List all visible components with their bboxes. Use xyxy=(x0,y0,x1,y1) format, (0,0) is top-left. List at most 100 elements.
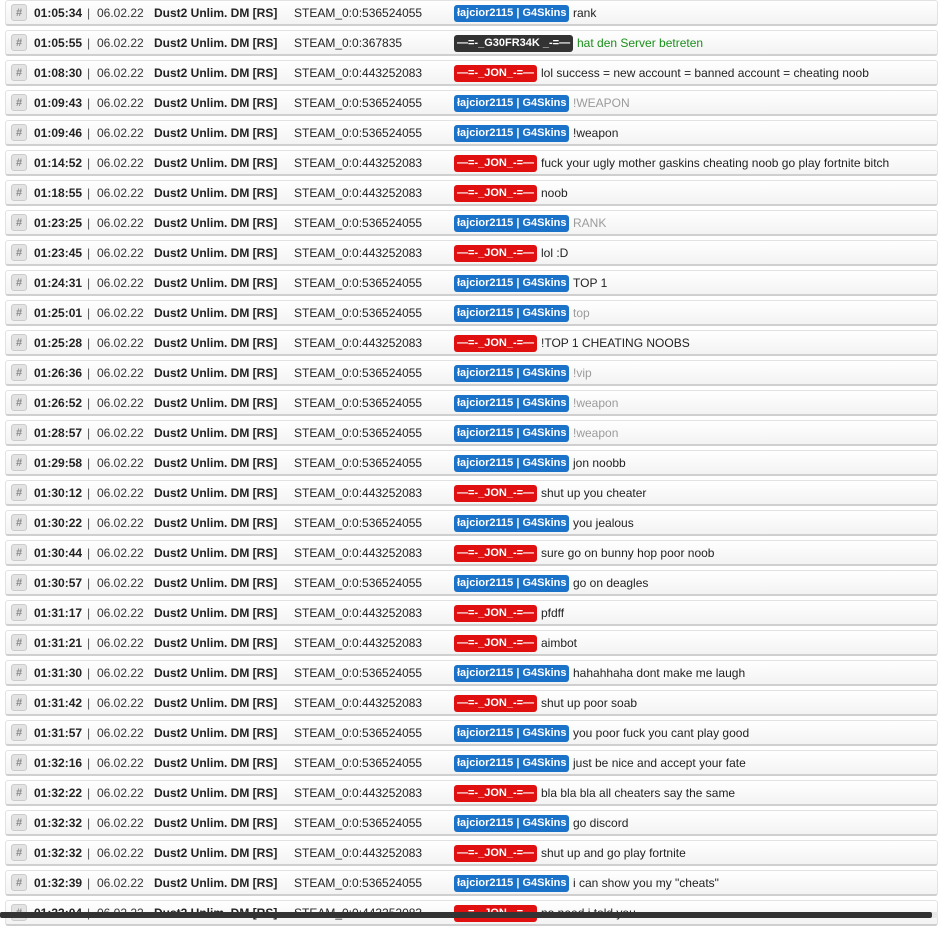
hash-icon[interactable]: # xyxy=(11,754,27,771)
hash-icon[interactable]: # xyxy=(11,214,27,231)
chat-row: # 01:23:25 | 06.02.22 Dust2 Unlim. DM [R… xyxy=(5,210,938,236)
chat-row: # 01:05:55 | 06.02.22 Dust2 Unlim. DM [R… xyxy=(5,30,938,56)
date-separator: | xyxy=(87,126,91,140)
player-name-badge[interactable]: łajcior2115 | G4Skins xyxy=(454,455,570,472)
hash-icon[interactable]: # xyxy=(11,64,27,81)
steam-id: STEAM_0:0:536524055 xyxy=(294,726,423,740)
timestamp-time: 01:18:55 xyxy=(34,186,83,200)
hash-icon[interactable]: # xyxy=(11,724,27,741)
hash-icon[interactable]: # xyxy=(11,244,27,261)
scrollbar-thumb[interactable] xyxy=(0,912,932,918)
player-name-badge[interactable]: łajcior2115 | G4Skins xyxy=(454,395,570,412)
hash-icon[interactable]: # xyxy=(11,784,27,801)
chat-row: # 01:23:45 | 06.02.22 Dust2 Unlim. DM [R… xyxy=(5,240,938,266)
player-name-badge[interactable]: łajcior2115 | G4Skins xyxy=(454,875,570,892)
hash-icon[interactable]: # xyxy=(11,4,27,21)
player-name-badge[interactable]: łajcior2115 | G4Skins xyxy=(454,215,570,232)
player-name-badge[interactable]: łajcior2115 | G4Skins xyxy=(454,95,570,112)
date-separator: | xyxy=(87,246,91,260)
hash-icon[interactable]: # xyxy=(11,454,27,471)
hash-icon[interactable]: # xyxy=(11,94,27,111)
player-name-badge[interactable]: łajcior2115 | G4Skins xyxy=(454,5,570,22)
timestamp-time: 01:30:22 xyxy=(34,516,83,530)
steam-id: STEAM_0:0:443252083 xyxy=(294,66,423,80)
date-separator: | xyxy=(87,756,91,770)
hash-icon[interactable]: # xyxy=(11,814,27,831)
steam-id: STEAM_0:0:536524055 xyxy=(294,756,423,770)
date-separator: | xyxy=(87,546,91,560)
hash-icon[interactable]: # xyxy=(11,334,27,351)
hash-icon[interactable]: # xyxy=(11,664,27,681)
chat-row: # 01:26:36 | 06.02.22 Dust2 Unlim. DM [R… xyxy=(5,360,938,386)
hash-icon[interactable]: # xyxy=(11,274,27,291)
timestamp-date: 06.02.22 xyxy=(97,366,144,380)
player-name-badge[interactable]: —=-_JON_-=— xyxy=(454,695,538,712)
player-name-badge[interactable]: łajcior2115 | G4Skins xyxy=(454,515,570,532)
steam-id: STEAM_0:0:536524055 xyxy=(294,516,423,530)
hash-icon[interactable]: # xyxy=(11,154,27,171)
date-separator: | xyxy=(87,276,91,290)
timestamp-date: 06.02.22 xyxy=(97,816,144,830)
player-name-badge[interactable]: łajcior2115 | G4Skins xyxy=(454,125,570,142)
player-name-badge[interactable]: —=-_JON_-=— xyxy=(454,785,538,802)
chat-message: !weapon xyxy=(573,426,619,440)
hash-icon[interactable]: # xyxy=(11,544,27,561)
steam-id: STEAM_0:0:443252083 xyxy=(294,606,423,620)
player-name-badge[interactable]: —=-_JON_-=— xyxy=(454,545,538,562)
steam-id: STEAM_0:0:536524055 xyxy=(294,126,423,140)
player-name-badge[interactable]: —=-_JON_-=— xyxy=(454,485,538,502)
date-separator: | xyxy=(87,186,91,200)
server-name: Dust2 Unlim. DM [RS] xyxy=(154,726,278,740)
hash-icon[interactable]: # xyxy=(11,844,27,861)
hash-icon[interactable]: # xyxy=(11,364,27,381)
hash-icon[interactable]: # xyxy=(11,304,27,321)
hash-icon[interactable]: # xyxy=(11,634,27,651)
player-name-badge[interactable]: łajcior2115 | G4Skins xyxy=(454,725,570,742)
player-name-badge[interactable]: łajcior2115 | G4Skins xyxy=(454,575,570,592)
player-name-badge[interactable]: —=-_G30FR34K _-=— xyxy=(454,35,574,52)
date-separator: | xyxy=(87,426,91,440)
player-name-badge[interactable]: łajcior2115 | G4Skins xyxy=(454,365,570,382)
chat-row: # 01:05:34 | 06.02.22 Dust2 Unlim. DM [R… xyxy=(5,0,938,26)
player-name-badge[interactable]: łajcior2115 | G4Skins xyxy=(454,755,570,772)
hash-icon[interactable]: # xyxy=(11,514,27,531)
steam-id: STEAM_0:0:536524055 xyxy=(294,876,423,890)
player-name-badge[interactable]: łajcior2115 | G4Skins xyxy=(454,665,570,682)
steam-id: STEAM_0:0:536524055 xyxy=(294,576,423,590)
hash-icon[interactable]: # xyxy=(11,394,27,411)
player-name-badge[interactable]: łajcior2115 | G4Skins xyxy=(454,275,570,292)
hash-icon[interactable]: # xyxy=(11,604,27,621)
player-name-badge[interactable]: —=-_JON_-=— xyxy=(454,605,538,622)
player-name-badge[interactable]: —=-_JON_-=— xyxy=(454,65,538,82)
chat-message: hahahhaha dont make me laugh xyxy=(573,666,746,680)
player-name-badge[interactable]: —=-_JON_-=— xyxy=(454,245,538,262)
hash-icon[interactable]: # xyxy=(11,874,27,891)
hash-icon[interactable]: # xyxy=(11,34,27,51)
horizontal-scrollbar[interactable] xyxy=(0,912,938,918)
timestamp-date: 06.02.22 xyxy=(97,66,144,80)
timestamp-date: 06.02.22 xyxy=(97,546,144,560)
player-name-badge[interactable]: —=-_JON_-=— xyxy=(454,155,538,172)
player-name-badge[interactable]: —=-_JON_-=— xyxy=(454,635,538,652)
hash-icon[interactable]: # xyxy=(11,484,27,501)
hash-icon[interactable]: # xyxy=(11,124,27,141)
chat-message: jon noobb xyxy=(573,456,626,470)
hash-icon[interactable]: # xyxy=(11,574,27,591)
hash-icon[interactable]: # xyxy=(11,424,27,441)
timestamp-date: 06.02.22 xyxy=(97,516,144,530)
timestamp-time: 01:32:39 xyxy=(34,876,83,890)
player-name-badge[interactable]: łajcior2115 | G4Skins xyxy=(454,815,570,832)
hash-icon[interactable]: # xyxy=(11,694,27,711)
server-name: Dust2 Unlim. DM [RS] xyxy=(154,276,278,290)
player-name-badge[interactable]: łajcior2115 | G4Skins xyxy=(454,305,570,322)
server-name: Dust2 Unlim. DM [RS] xyxy=(154,336,278,350)
timestamp-date: 06.02.22 xyxy=(97,756,144,770)
chat-message: !WEAPON xyxy=(573,96,630,110)
steam-id: STEAM_0:0:367835 xyxy=(294,36,403,50)
player-name-badge[interactable]: —=-_JON_-=— xyxy=(454,335,538,352)
player-name-badge[interactable]: —=-_JON_-=— xyxy=(454,185,538,202)
hash-icon[interactable]: # xyxy=(11,184,27,201)
player-name-badge[interactable]: —=-_JON_-=— xyxy=(454,845,538,862)
player-name-badge[interactable]: łajcior2115 | G4Skins xyxy=(454,425,570,442)
chat-row: # 01:32:22 | 06.02.22 Dust2 Unlim. DM [R… xyxy=(5,780,938,806)
